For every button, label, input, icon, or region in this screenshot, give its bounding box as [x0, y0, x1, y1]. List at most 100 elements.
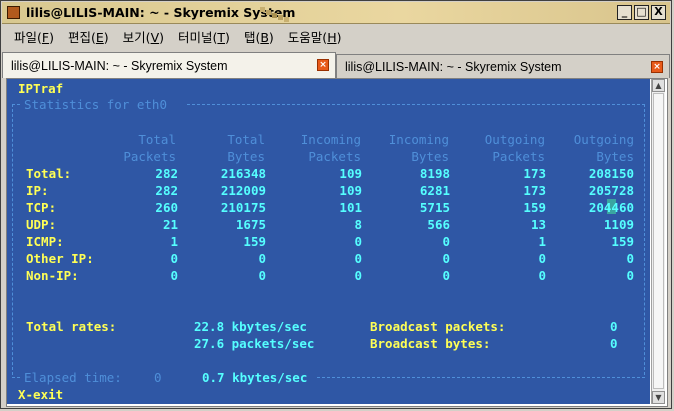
menu-terminal[interactable]: 터미널(T): [171, 27, 237, 46]
row-label-ip: IP:: [26, 183, 49, 198]
elapsed-time-label: Elapsed time:: [24, 370, 122, 385]
terminal-screen[interactable]: IPTraf Statistics for eth0 Total Packets…: [7, 79, 650, 404]
col-header-total-packets-2: Packets: [123, 149, 176, 164]
title-decoration-icon: [260, 7, 289, 22]
menu-bar: 파일(F) 편집(E) 보기(V) 터미널(T) 탭(B) 도움말(H): [2, 24, 670, 48]
col-header-incoming-packets-1: Incoming: [300, 132, 361, 147]
menu-tabs[interactable]: 탭(B): [237, 27, 281, 46]
table-cell: 173: [523, 166, 546, 181]
table-cell: 0: [354, 234, 362, 249]
table-cell: 0: [258, 251, 266, 266]
table-cell: 260: [155, 200, 178, 215]
panel-border-left-top: [12, 104, 20, 105]
col-header-outgoing-packets-2: Packets: [492, 149, 545, 164]
menu-file[interactable]: 파일(F): [2, 27, 61, 46]
row-label-udp: UDP:: [26, 217, 57, 232]
table-cell: 8: [354, 217, 362, 232]
table-cell: 159: [611, 234, 634, 249]
table-cell: 21: [162, 217, 178, 232]
scroll-up-icon[interactable]: ▲: [652, 79, 665, 92]
scroll-down-icon[interactable]: ▼: [652, 391, 665, 404]
row-label-other-ip: Other IP:: [26, 251, 94, 266]
total-rates-label: Total rates:: [26, 319, 117, 334]
table-cell: 0: [354, 268, 362, 283]
table-cell: 208150: [588, 166, 634, 181]
tab-terminal-2[interactable]: lilis@LILIS-MAIN: ~ - Skyremix System ×: [336, 54, 670, 78]
col-header-total-bytes-2: Bytes: [227, 149, 265, 164]
elapsed-rate: 0.7 kbytes/sec: [202, 370, 308, 385]
col-header-incoming-bytes-1: Incoming: [388, 132, 449, 147]
panel-border-bottom: [317, 377, 645, 378]
table-cell: 282: [155, 166, 178, 181]
table-cell: 205728: [588, 183, 634, 198]
broadcast-bytes-value: 0: [610, 336, 618, 351]
table-cell: 109: [339, 166, 362, 181]
col-header-total-packets-1: Total: [138, 132, 176, 147]
col-header-outgoing-bytes-1: Outgoing: [573, 132, 634, 147]
tab-bar: lilis@LILIS-MAIN: ~ - Skyremix System × …: [2, 52, 670, 78]
tab-terminal-1[interactable]: lilis@LILIS-MAIN: ~ - Skyremix System ×: [2, 52, 336, 78]
menu-help[interactable]: 도움말(H): [281, 27, 349, 46]
table-cell: 282: [155, 183, 178, 198]
close-button[interactable]: X: [651, 5, 666, 20]
col-header-total-bytes-1: Total: [227, 132, 265, 147]
table-cell: 1: [538, 234, 546, 249]
window-title: lilis@LILIS-MAIN: ~ - Skyremix System: [26, 5, 296, 20]
col-header-incoming-packets-2: Packets: [308, 149, 361, 164]
app-name: IPTraf: [18, 81, 64, 96]
table-cell: 173: [523, 183, 546, 198]
total-rates-kbytes: 22.8 kbytes/sec: [194, 319, 307, 334]
broadcast-bytes-label: Broadcast bytes:: [370, 336, 491, 351]
minimize-button[interactable]: _: [617, 5, 632, 20]
row-label-non-ip: Non-IP:: [26, 268, 79, 283]
table-cell: 6281: [419, 183, 450, 198]
table-cell: 101: [339, 200, 362, 215]
table-cell: 0: [626, 268, 634, 283]
exit-hint[interactable]: X-exit: [18, 387, 63, 402]
broadcast-packets-value: 0: [610, 319, 618, 334]
table-cell: 13: [530, 217, 546, 232]
table-cell: 1109: [603, 217, 634, 232]
table-cell: 0: [442, 268, 450, 283]
title-bar[interactable]: lilis@LILIS-MAIN: ~ - Skyremix System _ …: [2, 2, 670, 24]
table-cell: 566: [427, 217, 450, 232]
table-cell: 0: [442, 251, 450, 266]
scroll-thumb[interactable]: [653, 93, 664, 389]
table-cell: 5715: [419, 200, 450, 215]
panel-border-left: [12, 104, 13, 375]
row-label-total: Total:: [26, 166, 72, 181]
col-header-incoming-bytes-2: Bytes: [411, 149, 449, 164]
tab-close-icon[interactable]: ×: [651, 61, 663, 73]
total-rates-packets: 27.6 packets/sec: [194, 336, 315, 351]
panel-border-top: [187, 104, 645, 105]
panel-title: Statistics for eth0: [24, 97, 167, 112]
row-label-icmp: ICMP:: [26, 234, 64, 249]
table-cell: 159: [243, 234, 266, 249]
terminal-scrollbar[interactable]: ▲ ▼: [651, 79, 665, 404]
table-cell: 0: [170, 268, 178, 283]
tab-label: lilis@LILIS-MAIN: ~ - Skyremix System: [11, 58, 228, 73]
terminal-app-icon[interactable]: [7, 6, 20, 19]
table-cell: 216348: [220, 166, 266, 181]
panel-border-left-bottom: [12, 377, 20, 378]
tab-close-icon[interactable]: ×: [317, 59, 329, 71]
table-cell: 109: [339, 183, 362, 198]
table-cell: 212009: [220, 183, 266, 198]
maximize-button[interactable]: □: [634, 5, 649, 20]
tab-label: lilis@LILIS-MAIN: ~ - Skyremix System: [345, 59, 562, 74]
table-cell: 0: [626, 251, 634, 266]
table-cell: 1: [170, 234, 178, 249]
row-label-tcp: TCP:: [26, 200, 57, 215]
broadcast-packets-label: Broadcast packets:: [370, 319, 506, 334]
table-cell: 0: [538, 251, 546, 266]
table-cell: 204460: [588, 200, 634, 215]
col-header-outgoing-bytes-2: Bytes: [596, 149, 634, 164]
menu-view[interactable]: 보기(V): [116, 27, 171, 46]
menu-edit[interactable]: 편집(E): [61, 27, 116, 46]
table-cell: 1675: [235, 217, 266, 232]
table-cell: 159: [523, 200, 546, 215]
table-cell: 8198: [419, 166, 450, 181]
table-cell: 0: [258, 268, 266, 283]
table-cell: 0: [354, 251, 362, 266]
table-cell: 0: [442, 234, 450, 249]
